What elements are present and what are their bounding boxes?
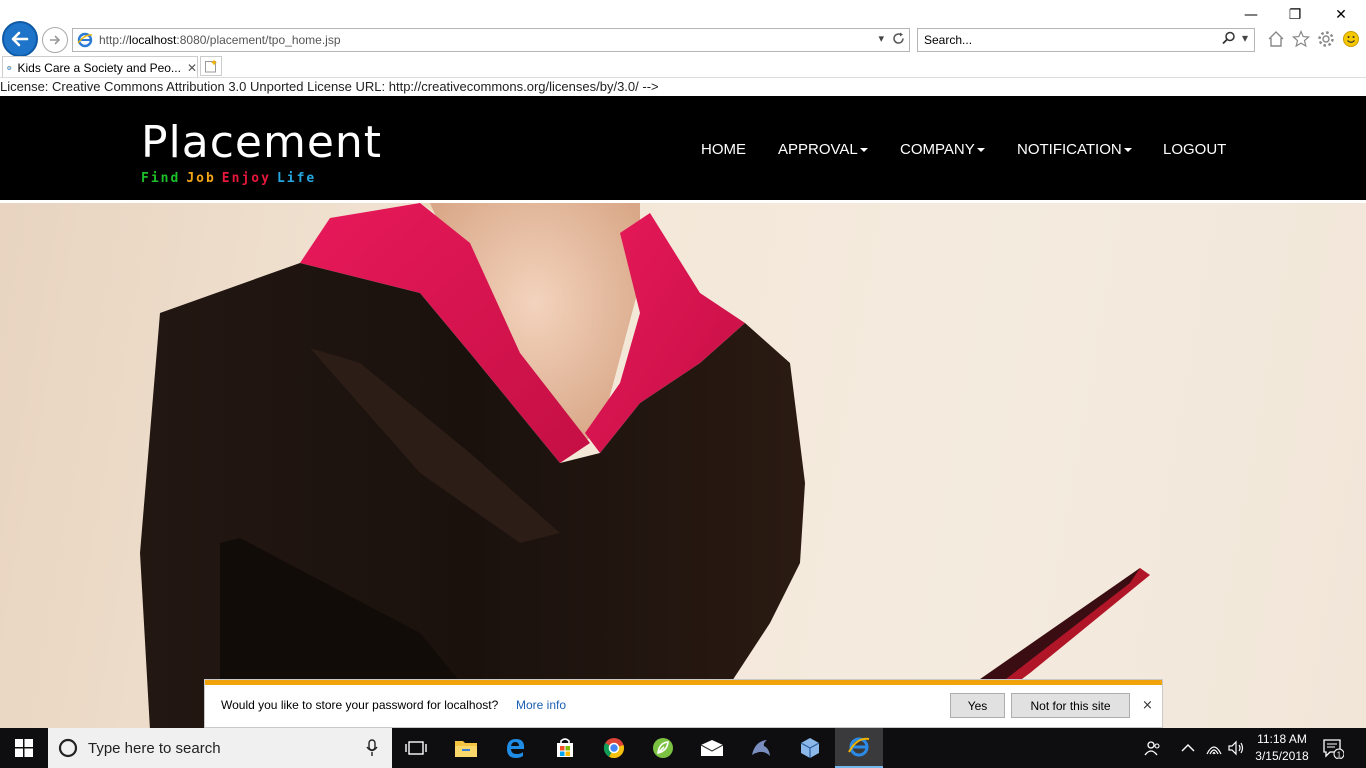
tagline-word-3: Enjoy — [221, 171, 271, 186]
nav-company-label: COMPANY — [900, 141, 975, 158]
browser-chrome: — ❐ ✕ http://localhost:8080/placement/tp… — [0, 0, 1366, 78]
nav-company[interactable]: COMPANY — [900, 141, 985, 158]
wifi-icon[interactable] — [1205, 728, 1223, 768]
windows-taskbar: Type here to search 11:18 AM 3/15/2018 1 — [0, 728, 1366, 768]
notification-close-icon[interactable]: × — [1142, 698, 1153, 713]
yes-button[interactable]: Yes — [950, 693, 1005, 718]
taskbar-search-placeholder: Type here to search — [88, 739, 221, 757]
more-info-link[interactable]: More info — [516, 698, 566, 712]
nav-approval[interactable]: APPROVAL — [778, 141, 868, 158]
nav-notification[interactable]: NOTIFICATION — [1017, 141, 1132, 158]
password-notification-bar: Would you like to store your password fo… — [204, 679, 1163, 728]
dolphin-icon — [752, 740, 770, 756]
address-dropdown-icon[interactable]: ▾ — [878, 32, 884, 45]
close-window-button[interactable]: ✕ — [1318, 4, 1364, 26]
taskbar-search-box[interactable]: Type here to search — [48, 728, 392, 768]
nav-logout-label: LOGOUT — [1163, 141, 1227, 158]
notification-message: Would you like to store your password fo… — [221, 698, 499, 712]
browser-search-box[interactable]: ▾ — [917, 28, 1255, 52]
restore-button[interactable]: ❐ — [1272, 4, 1318, 26]
new-tab-button[interactable] — [200, 56, 222, 76]
green-leaf-app[interactable] — [639, 728, 687, 768]
clock-date: 3/15/2018 — [1255, 749, 1309, 763]
task-view-button[interactable] — [392, 728, 440, 768]
notification-accent-strip — [205, 680, 1162, 685]
people-icon[interactable] — [1144, 728, 1162, 768]
show-hidden-icons-chevron-icon[interactable] — [1181, 728, 1195, 768]
microphone-icon[interactable] — [366, 739, 378, 757]
store-bag-icon — [557, 738, 573, 757]
volume-icon[interactable] — [1227, 728, 1245, 768]
mysql-workbench-app[interactable] — [737, 728, 785, 768]
tab-title: Kids Care a Society and Peo... — [17, 60, 181, 75]
hero-image — [0, 203, 1366, 730]
not-for-this-site-button[interactable]: Not for this site — [1011, 693, 1130, 718]
mail-icon — [700, 740, 724, 756]
virtualbox-app[interactable] — [786, 728, 834, 768]
address-url: http://localhost:8080/placement/tpo_home… — [99, 33, 341, 47]
settings-gear-icon[interactable] — [1316, 29, 1336, 49]
home-icon[interactable] — [1266, 29, 1286, 49]
cortana-icon — [58, 738, 78, 758]
edge-browser-icon — [507, 739, 525, 758]
screen: — ❐ ✕ http://localhost:8080/placement/tp… — [0, 0, 1366, 768]
tagline-word-4: Life — [276, 171, 317, 186]
nav-logout[interactable]: LOGOUT — [1163, 141, 1226, 158]
new-tab-icon — [205, 59, 217, 73]
minimize-button[interactable]: — — [1228, 4, 1274, 26]
search-icon[interactable] — [1222, 31, 1236, 45]
browser-search-input[interactable] — [924, 33, 1204, 47]
refresh-icon[interactable] — [892, 32, 905, 45]
license-text: License: Creative Commons Attribution 3.… — [0, 79, 659, 94]
site-logo[interactable]: Placement — [141, 118, 382, 168]
windows-logo-icon — [15, 739, 33, 757]
nav-home[interactable]: HOME — [701, 141, 746, 158]
store-app[interactable] — [541, 728, 589, 768]
task-view-icon — [405, 741, 427, 755]
back-button[interactable] — [2, 21, 38, 57]
cube-icon — [800, 738, 820, 758]
tab-close-icon[interactable]: ✕ — [187, 61, 197, 75]
leaf-app-icon — [653, 738, 673, 758]
smiley-feedback-icon[interactable] — [1341, 29, 1361, 49]
internet-explorer-app[interactable] — [835, 728, 883, 768]
ie-page-icon — [77, 32, 93, 48]
action-center-icon[interactable]: 1 — [1322, 728, 1344, 768]
caret-down-icon — [859, 148, 868, 153]
forward-arrow-icon — [50, 35, 61, 45]
hero-illustration — [140, 203, 1150, 730]
chrome-app[interactable] — [590, 728, 638, 768]
ie-tab-icon — [7, 65, 12, 70]
address-bar[interactable]: http://localhost:8080/placement/tpo_home… — [72, 28, 910, 52]
edge-app[interactable] — [492, 728, 540, 768]
caret-down-icon — [1123, 148, 1132, 153]
favorites-star-icon[interactable] — [1291, 29, 1311, 49]
mail-app[interactable] — [688, 728, 736, 768]
taskbar-clock[interactable]: 11:18 AM 3/15/2018 — [1252, 731, 1312, 765]
file-explorer-app[interactable] — [442, 728, 490, 768]
internet-explorer-icon — [848, 737, 870, 757]
nav-approval-label: APPROVAL — [778, 141, 858, 158]
start-button[interactable] — [0, 728, 48, 768]
action-center-count: 1 — [1337, 751, 1342, 760]
nav-notification-label: NOTIFICATION — [1017, 141, 1122, 158]
tagline-word-1: Find — [141, 171, 181, 186]
chrome-icon — [603, 738, 624, 759]
nav-home-label: HOME — [701, 141, 746, 158]
site-tagline: Find Job Enjoy Life — [141, 171, 322, 186]
back-arrow-icon — [11, 31, 29, 47]
tabstrip-divider — [0, 77, 1366, 78]
tagline-word-2: Job — [186, 171, 216, 186]
caret-down-icon — [976, 148, 985, 153]
clock-time: 11:18 AM — [1257, 732, 1307, 746]
browser-tab[interactable]: Kids Care a Society and Peo... ✕ — [2, 56, 198, 78]
forward-button[interactable] — [42, 27, 68, 53]
search-dropdown-icon[interactable]: ▾ — [1242, 31, 1248, 45]
folder-icon — [455, 741, 477, 757]
